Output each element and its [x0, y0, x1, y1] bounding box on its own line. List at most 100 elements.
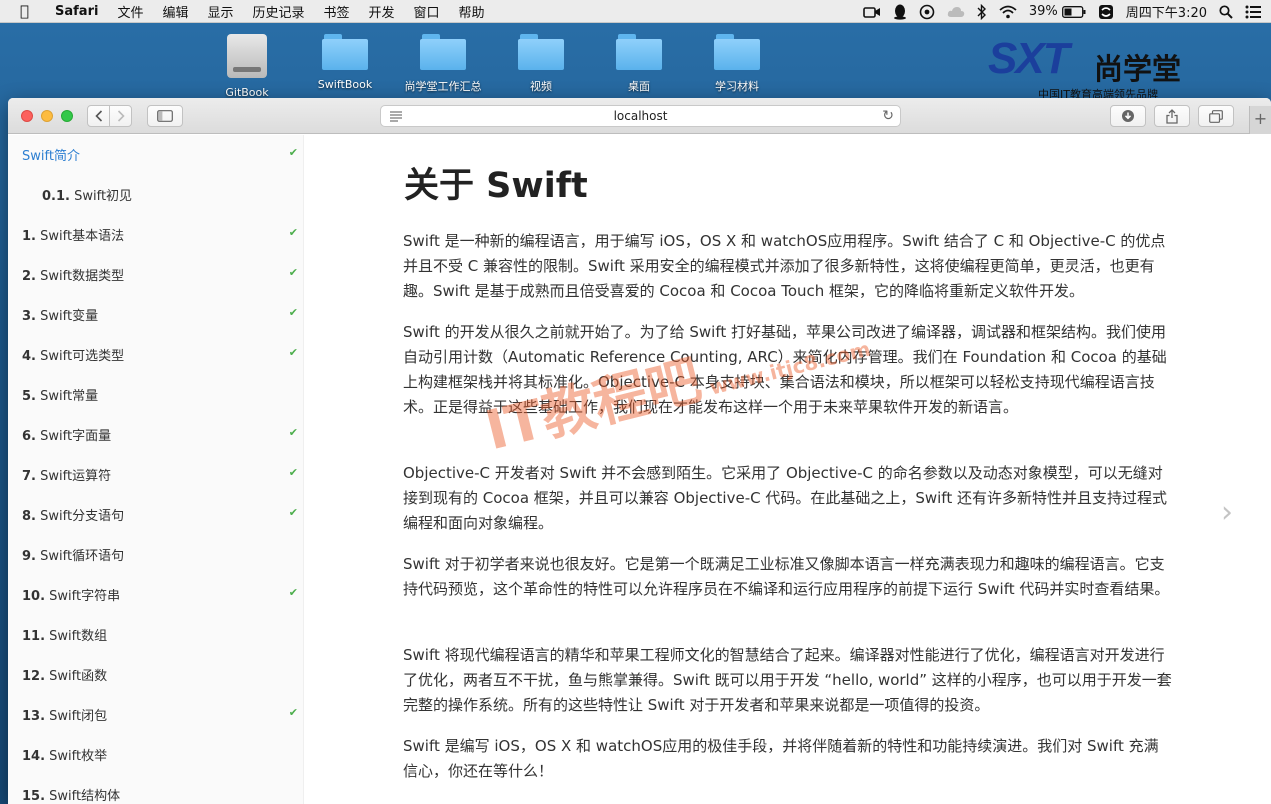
brand-logo: SXT 尚学堂 中国IT教育高端领先品牌 — [988, 34, 1218, 101]
cloud-icon[interactable] — [947, 6, 965, 18]
downloads-button[interactable] — [1110, 105, 1146, 127]
menu-bookmarks[interactable]: 书签 — [324, 2, 350, 21]
qq-icon[interactable] — [893, 4, 907, 20]
desktop-icon-materials[interactable]: 学习材料 — [697, 34, 777, 94]
chat-icon[interactable] — [919, 4, 935, 20]
menu-view[interactable]: 显示 — [207, 2, 233, 21]
safari-window: localhost ↻ + Swift简介 ✔ 0.1. Swift初见 1. … — [8, 98, 1271, 804]
next-page-icon[interactable]: › — [1221, 495, 1233, 530]
toc-item-label: Swift可选类型 — [40, 349, 125, 364]
toc-item[interactable]: 11. Swift数组 — [22, 625, 298, 647]
menu-window[interactable]: 窗口 — [414, 2, 440, 21]
chevron-right-icon — [117, 110, 125, 122]
checkmark-icon: ✔ — [288, 586, 298, 599]
toc-item-label: Swift数据类型 — [40, 269, 125, 284]
sidebar-toggle-button[interactable] — [147, 105, 183, 127]
toc-item[interactable]: 9. Swift循环语句 — [22, 545, 298, 567]
toc-item[interactable]: 7. Swift运算符 ✔ — [22, 465, 298, 487]
toc-item[interactable]: 13. Swift闭包 ✔ — [22, 705, 298, 727]
toc-item-label: Swift变量 — [40, 309, 99, 324]
minimize-window-button[interactable] — [41, 110, 53, 122]
tabs-icon — [1209, 109, 1223, 123]
show-tabs-button[interactable] — [1198, 105, 1234, 127]
spotlight-search-icon[interactable] — [1219, 4, 1233, 19]
toc-item[interactable]: 0.1. Swift初见 — [42, 185, 298, 207]
app-menu-icon[interactable] — [1098, 4, 1114, 20]
desktop-icon-gitbook[interactable]: GitBook — [207, 34, 287, 99]
brand-name: 尚学堂 — [1094, 52, 1182, 86]
page-content: 关于 Swift Swift 是一种新的编程语言，用于编写 iOS，OS X 和… — [304, 135, 1271, 804]
battery-percent: 39% — [1028, 4, 1058, 19]
toc-item[interactable]: 8. Swift分支语句 ✔ — [22, 505, 298, 527]
checkmark-icon: ✔ — [288, 466, 298, 479]
reload-icon[interactable]: ↻ — [882, 108, 894, 124]
checkmark-icon: ✔ — [288, 226, 298, 239]
page-title: 关于 Swift — [404, 166, 588, 206]
menu-app-name[interactable]: Safari — [55, 4, 98, 19]
brand-mark: SXT — [988, 34, 1070, 83]
close-window-button[interactable] — [21, 110, 33, 122]
bluetooth-icon[interactable] — [977, 3, 987, 20]
desktop-icon-work[interactable]: 尚学堂工作汇总 — [403, 34, 483, 94]
menu-edit[interactable]: 编辑 — [162, 2, 188, 21]
toc-item-number: 6. — [22, 429, 36, 444]
desktop-icon-swiftbook[interactable]: SwiftBook — [305, 34, 385, 91]
toc-item-number: 10. — [22, 589, 46, 604]
apple-menu-icon[interactable]:  — [20, 0, 40, 23]
checkmark-icon: ✔ — [288, 426, 298, 439]
hard-disk-icon — [227, 34, 267, 78]
toc-item[interactable]: 6. Swift字面量 ✔ — [22, 425, 298, 447]
notification-center-icon[interactable] — [1245, 5, 1261, 19]
toc-item-number: 3. — [22, 309, 36, 324]
menu-history[interactable]: 历史记录 — [252, 2, 304, 21]
paragraph: Swift 的开发从很久之前就开始了。为了给 Swift 打好基础，苹果公司改进… — [403, 323, 1167, 416]
menu-file[interactable]: 文件 — [117, 2, 143, 21]
toc-item-number: 4. — [22, 349, 36, 364]
paragraph: Swift 对于初学者来说也很友好。它是第一个既满足工业标准又像脚本语言一样充满… — [403, 555, 1170, 598]
toc-item[interactable]: Swift简介 ✔ — [22, 145, 298, 167]
zoom-window-button[interactable] — [61, 110, 73, 122]
checkmark-icon: ✔ — [288, 706, 298, 719]
toc-item-number: 1. — [22, 229, 36, 244]
toc-item[interactable]: 14. Swift枚举 — [22, 745, 298, 767]
toc-item[interactable]: 2. Swift数据类型 ✔ — [22, 265, 298, 287]
book-toc-sidebar: Swift简介 ✔ 0.1. Swift初见 1. Swift基本语法 ✔ 2.… — [8, 135, 304, 804]
toc-item[interactable]: 5. Swift常量 — [22, 385, 298, 407]
toc-item-number: 11. — [22, 629, 46, 644]
toc-item-label: Swift数组 — [49, 629, 108, 644]
toc-item[interactable]: 1. Swift基本语法 ✔ — [22, 225, 298, 247]
chevron-left-icon — [94, 110, 102, 122]
desktop-icon-video[interactable]: 视频 — [501, 34, 581, 94]
share-button[interactable] — [1154, 105, 1190, 127]
forward-button[interactable] — [109, 105, 132, 127]
address-bar[interactable]: localhost ↻ — [380, 105, 901, 127]
toc-item-label: Swift基本语法 — [40, 229, 125, 244]
checkmark-icon: ✔ — [288, 266, 298, 279]
toc-item-number: 12. — [22, 669, 46, 684]
desktop-icon-label: 学习材料 — [715, 80, 759, 93]
toc-item-label: Swift分支语句 — [40, 509, 125, 524]
menu-develop[interactable]: 开发 — [369, 2, 395, 21]
toc-item[interactable]: 10. Swift字符串 ✔ — [22, 585, 298, 607]
paragraph: Swift 是编写 iOS，OS X 和 watchOS应用的极佳手段，并将伴随… — [403, 737, 1159, 780]
new-tab-button[interactable]: + — [1249, 106, 1271, 134]
toc-item-number: 15. — [22, 789, 46, 804]
toc-item-number: 0.1. — [42, 189, 70, 204]
toc-item[interactable]: 12. Swift函数 — [22, 665, 298, 687]
download-icon — [1122, 110, 1134, 122]
menu-help[interactable]: 帮助 — [459, 2, 485, 21]
checkmark-icon: ✔ — [288, 146, 298, 159]
desktop-icon-desktop[interactable]: 桌面 — [599, 34, 679, 94]
url-text[interactable]: localhost — [381, 109, 900, 123]
toc-item[interactable]: 4. Swift可选类型 ✔ — [22, 345, 298, 367]
toc-item-number: 13. — [22, 709, 46, 724]
toc-item[interactable]: 3. Swift变量 ✔ — [22, 305, 298, 327]
back-button[interactable] — [87, 105, 110, 127]
wifi-icon[interactable] — [999, 5, 1017, 19]
toc-item-number: 8. — [22, 509, 36, 524]
browser-toolbar: localhost ↻ + — [8, 98, 1271, 134]
toc-item[interactable]: 15. Swift结构体 — [22, 785, 298, 804]
battery-icon[interactable] — [1061, 5, 1086, 18]
camera-icon[interactable] — [863, 5, 881, 19]
menubar-clock[interactable]: 周四下午3:20 — [1126, 2, 1207, 21]
